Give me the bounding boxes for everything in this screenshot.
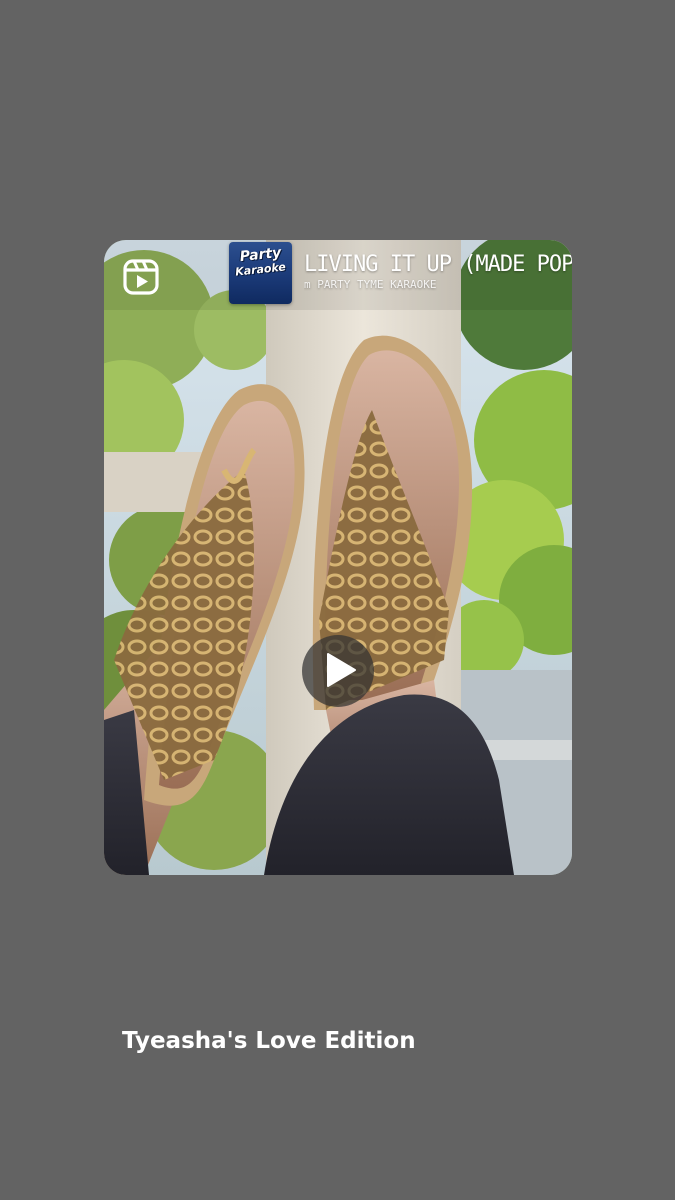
song-artist[interactable]: m PARTY TYME KARAOKE	[304, 278, 564, 291]
song-title[interactable]: LIVING IT UP (MADE POPUL	[304, 252, 572, 277]
page: Party Karaoke LIVING IT UP (MADE POPUL m…	[0, 0, 675, 1200]
reel-video-card[interactable]: Party Karaoke LIVING IT UP (MADE POPUL m…	[104, 240, 572, 875]
reels-icon	[122, 258, 160, 296]
album-art[interactable]: Party Karaoke	[229, 242, 292, 304]
play-button[interactable]	[302, 635, 374, 707]
play-icon	[327, 653, 356, 687]
post-caption: Tyeasha's Love Edition	[122, 1028, 416, 1054]
video-thumbnail	[104, 240, 572, 875]
